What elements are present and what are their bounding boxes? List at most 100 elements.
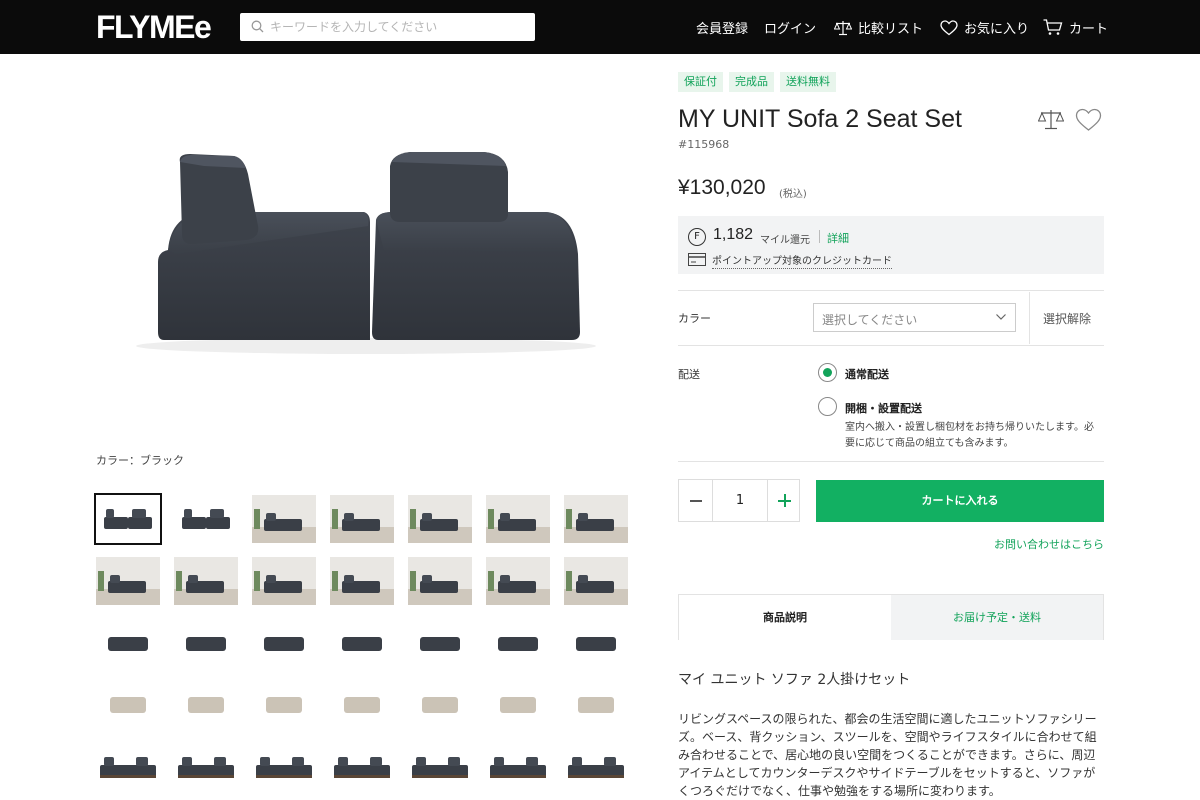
nav-compare-label: 比較リスト [858, 22, 924, 37]
radio-standard-delivery[interactable] [818, 363, 837, 382]
divider [678, 461, 1104, 462]
gallery-thumbnail[interactable] [252, 619, 316, 667]
gallery-thumbnail[interactable] [174, 681, 238, 729]
gallery-thumbnail[interactable] [408, 495, 472, 543]
tab-delivery-shipping[interactable]: お届け予定・送料 [891, 595, 1103, 640]
mile-separator [819, 230, 820, 243]
nav-register[interactable]: 会員登録 [696, 18, 748, 37]
description-body: リビングスペースの限られた、都会の生活空間に適したユニットソファシリーズ。ベース… [678, 712, 1097, 798]
quantity-value[interactable]: 1 [713, 480, 767, 521]
gallery-thumbnail[interactable] [96, 743, 160, 791]
credit-card-link[interactable]: ポイントアップ対象のクレジットカード [712, 252, 892, 269]
divider [678, 345, 1104, 346]
gallery-thumbnail[interactable] [564, 495, 628, 543]
gallery-thumbnail[interactable] [252, 557, 316, 605]
setup-delivery-label[interactable]: 開梱・設置配送 [845, 400, 922, 416]
gallery-thumbnail[interactable] [408, 743, 472, 791]
gallery-thumbnail[interactable] [252, 495, 316, 543]
divider [678, 290, 1104, 291]
gallery-thumbnail[interactable] [486, 743, 550, 791]
gallery-thumbnail[interactable] [252, 743, 316, 791]
mile-unit: マイル還元 [760, 235, 810, 246]
site-header: FLYMEe 会員登録 ログイン 比較リスト お気に入り カート [0, 0, 1200, 54]
mile-box: F 1,182 マイル還元 詳細 ポイントアップ対象のクレジットカード [678, 216, 1104, 274]
add-to-cart-button[interactable]: カートに入れる [816, 480, 1104, 522]
badge-assembled: 完成品 [729, 72, 774, 92]
nav-cart[interactable]: カート [1043, 18, 1108, 37]
nav-cart-label: カート [1069, 22, 1109, 37]
color-select-value: 選択してください [822, 313, 918, 327]
compare-button[interactable] [1037, 108, 1065, 136]
gallery-thumbnail[interactable] [96, 557, 160, 605]
main-product-image[interactable] [96, 54, 636, 434]
nav-register-label: 会員登録 [696, 22, 749, 37]
gallery-thumbnail[interactable] [252, 681, 316, 729]
divider [1029, 292, 1030, 344]
gallery-thumbnail[interactable] [564, 557, 628, 605]
site-logo[interactable]: FLYMEe [96, 9, 212, 46]
gallery-thumbnail[interactable] [564, 619, 628, 667]
product-title: MY UNIT Sofa 2 Seat Set [678, 105, 962, 133]
gallery-thumbnail[interactable] [408, 681, 472, 729]
color-row-label: カラー [678, 312, 711, 325]
contact-link[interactable]: お問い合わせはこちら [994, 536, 1104, 552]
setup-delivery-description: 室内へ搬入・設置し梱包材をお持ち帰りいたします。必要に応じて商品の組立ても含みま… [845, 422, 1094, 449]
gallery-thumbnail[interactable] [174, 619, 238, 667]
search-box[interactable] [240, 13, 535, 41]
search-input[interactable] [270, 13, 528, 41]
gallery-thumbnail[interactable] [408, 557, 472, 605]
badge-list: 保証付 完成品 送料無料 [678, 72, 836, 92]
cart-icon [1043, 19, 1063, 35]
gallery-thumbnail[interactable] [486, 681, 550, 729]
tab-description[interactable]: 商品説明 [679, 595, 891, 640]
gallery-thumbnail[interactable] [330, 619, 394, 667]
gallery-thumbnail[interactable] [330, 495, 394, 543]
product-sku: #115968 [678, 138, 730, 151]
nav-login-label: ログイン [764, 22, 817, 37]
gallery-thumbnail[interactable] [486, 495, 550, 543]
credit-card-icon [688, 253, 706, 266]
heart-icon [940, 19, 958, 35]
gallery-thumbnail[interactable] [486, 619, 550, 667]
nav-compare[interactable]: 比較リスト [834, 18, 923, 37]
gallery-thumbnail[interactable] [330, 557, 394, 605]
tax-note: (税込) [779, 189, 807, 200]
gallery-thumbnail[interactable] [96, 619, 160, 667]
nav-login[interactable]: ログイン [764, 18, 816, 37]
mile-value: 1,182 [713, 226, 754, 243]
gallery-thumbnail[interactable] [486, 557, 550, 605]
gallery-thumbnail[interactable] [174, 743, 238, 791]
chevron-down-icon [996, 314, 1006, 320]
badge-free-shipping: 送料無料 [780, 72, 836, 92]
description-title: マイ ユニット ソファ 2人掛けセット [678, 672, 911, 688]
scale-icon [834, 20, 852, 35]
search-icon [251, 20, 264, 33]
gallery-thumbnail[interactable] [94, 493, 162, 545]
gallery-thumbnail[interactable] [174, 557, 238, 605]
favorite-button[interactable] [1075, 108, 1102, 136]
nav-favorites[interactable]: お気に入り [940, 18, 1029, 37]
quantity-decrement-button[interactable] [679, 480, 713, 521]
thumbnail-grid [94, 493, 636, 791]
badge-warranty: 保証付 [678, 72, 723, 92]
mile-icon: F [688, 228, 706, 246]
gallery-thumbnail[interactable] [408, 619, 472, 667]
standard-delivery-label[interactable]: 通常配送 [845, 366, 889, 382]
quantity-increment-button[interactable] [767, 480, 800, 521]
gallery-thumbnail[interactable] [330, 743, 394, 791]
clear-selection-button[interactable]: 選択解除 [1043, 310, 1091, 327]
gallery-thumbnail[interactable] [564, 743, 628, 791]
gallery-thumbnail[interactable] [330, 681, 394, 729]
scale-icon [1037, 110, 1065, 130]
gallery-thumbnail[interactable] [564, 681, 628, 729]
color-caption: カラー：ブラック [96, 454, 184, 467]
heart-icon [1075, 108, 1102, 131]
sofa-illustration [136, 152, 596, 354]
gallery-thumbnail[interactable] [174, 495, 238, 543]
gallery-thumbnail[interactable] [96, 681, 160, 729]
nav-favorites-label: お気に入り [964, 22, 1030, 37]
mile-detail-link[interactable]: 詳細 [827, 230, 849, 246]
radio-setup-delivery[interactable] [818, 397, 837, 416]
product-price: ¥130,020 [678, 176, 766, 199]
color-select[interactable]: 選択してください [813, 303, 1016, 332]
